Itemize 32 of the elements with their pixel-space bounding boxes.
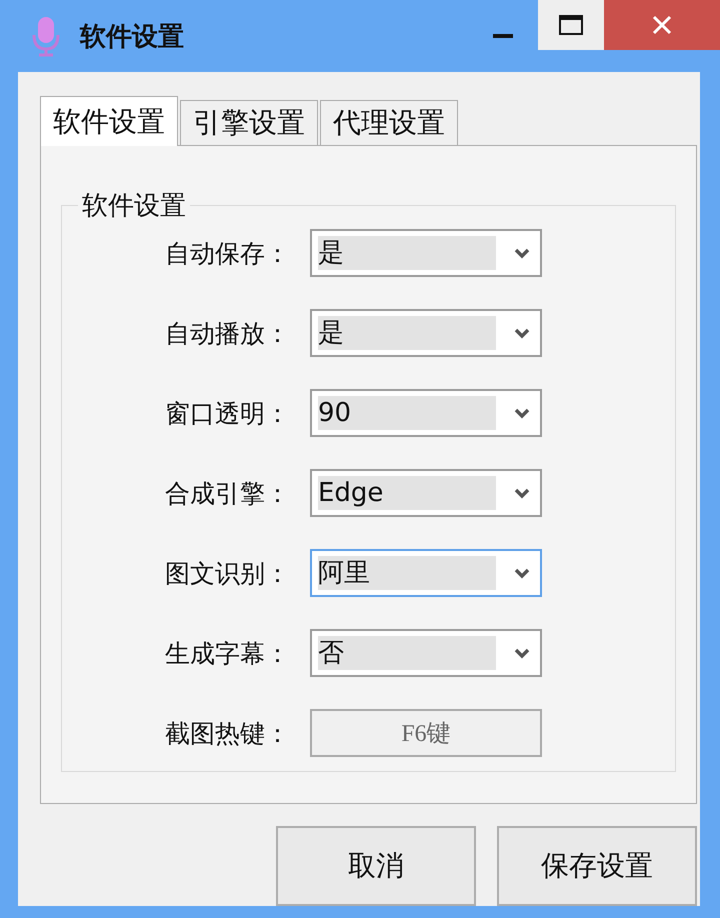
- dropdown[interactable]: 90: [310, 389, 542, 437]
- chevron-down-icon: [514, 648, 530, 658]
- minimize-icon: [493, 34, 513, 38]
- save-button[interactable]: 保存设置: [497, 826, 697, 906]
- chevron-down-icon: [514, 408, 530, 418]
- setting-label: 合成引擎：: [164, 478, 290, 510]
- close-icon: [652, 15, 672, 35]
- setting-label: 窗口透明：: [164, 398, 290, 430]
- setting-label: 生成字幕：: [164, 638, 290, 670]
- chevron-down-icon: [514, 488, 530, 498]
- chevron-down-icon: [514, 568, 530, 578]
- setting-label: 图文识别：: [164, 558, 290, 590]
- tab[interactable]: 引擎设置: [180, 100, 318, 145]
- dropdown[interactable]: Edge: [310, 469, 542, 517]
- setting-label: 截图热键：: [164, 718, 290, 750]
- dropdown[interactable]: 否: [310, 629, 542, 677]
- dropdown[interactable]: 阿里: [310, 549, 542, 597]
- maximize-icon: [559, 15, 583, 35]
- setting-label: 自动保存：: [164, 238, 290, 270]
- microphone-icon: [32, 15, 60, 57]
- tab[interactable]: 软件设置: [40, 96, 178, 146]
- maximize-button[interactable]: [538, 0, 604, 50]
- dropdown[interactable]: 是: [310, 229, 542, 277]
- group-title: 软件设置: [81, 190, 187, 223]
- dropdown[interactable]: 是: [310, 309, 542, 357]
- cancel-button[interactable]: 取消: [276, 826, 476, 906]
- tab[interactable]: 代理设置: [320, 100, 458, 145]
- chevron-down-icon: [514, 328, 530, 338]
- window-title: 软件设置: [80, 20, 185, 54]
- chevron-down-icon: [514, 248, 530, 258]
- hotkey-field[interactable]: F6键: [310, 709, 542, 757]
- setting-label: 自动播放：: [164, 318, 290, 350]
